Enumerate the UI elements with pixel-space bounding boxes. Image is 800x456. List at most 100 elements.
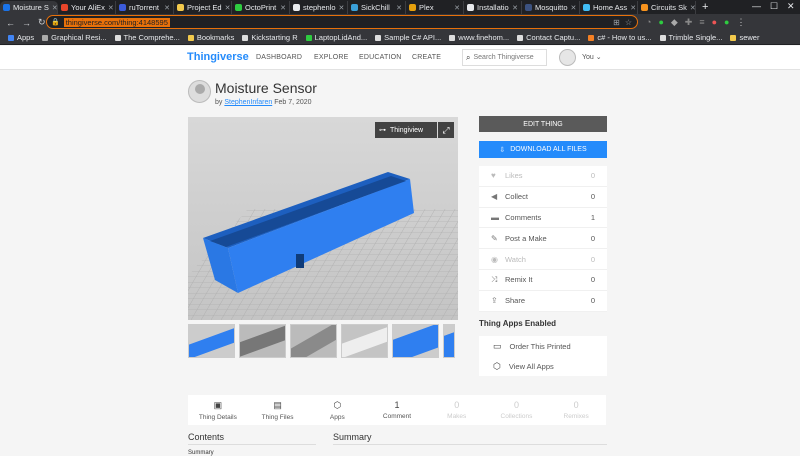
- bookmark-item[interactable]: Trimble Single...: [656, 33, 727, 42]
- tab-close-icon[interactable]: ✕: [164, 4, 170, 12]
- download-icon: ⇩: [499, 146, 506, 154]
- bookmark-item[interactable]: Kickstarting R: [238, 33, 301, 42]
- bookmark-item[interactable]: The Comprehe...: [111, 33, 184, 42]
- bookmark-item[interactable]: c# - How to us...: [584, 33, 655, 42]
- thumbnail[interactable]: [188, 324, 235, 358]
- bookmark-item[interactable]: Contact Captu...: [513, 33, 584, 42]
- bookmark-item[interactable]: LaptopLidAnd...: [302, 33, 372, 42]
- tab-close-icon[interactable]: ✕: [52, 4, 57, 12]
- browser-tab[interactable]: stephenlo ✕: [290, 1, 348, 14]
- thumbnail[interactable]: [290, 324, 337, 358]
- extension-green-icon[interactable]: ●: [658, 17, 663, 28]
- browser-tab[interactable]: OctoPrint ✕: [232, 1, 290, 14]
- tab-makes[interactable]: 0 Makes: [427, 395, 487, 425]
- thing-app-item[interactable]: ▭ Order This Printed: [479, 336, 607, 356]
- tab-close-icon[interactable]: ✕: [690, 4, 695, 12]
- stat-remix-it[interactable]: ⤨ Remix It 0: [479, 270, 607, 291]
- thingiverse-logo[interactable]: Thingiverse: [187, 51, 249, 63]
- reload-icon[interactable]: ↻: [38, 17, 46, 28]
- lock-icon[interactable]: 🔒: [51, 18, 60, 26]
- tab-remixes[interactable]: 0 Remixes: [546, 395, 606, 425]
- tab-label: Home Ass: [593, 3, 628, 12]
- stat-watch[interactable]: ◉ Watch 0: [479, 249, 607, 270]
- extension-dot-icon[interactable]: ●: [724, 17, 729, 28]
- tab-close-icon[interactable]: ✕: [339, 4, 345, 12]
- bookmark-item[interactable]: Graphical Resi...: [38, 33, 110, 42]
- thing-app-item[interactable]: ⬡ View All Apps: [479, 356, 607, 376]
- stat-comments[interactable]: ▬ Comments 1: [479, 208, 607, 229]
- stat-likes[interactable]: ♥ Likes 0: [479, 166, 607, 187]
- contents-item-summary[interactable]: Summary: [188, 450, 214, 456]
- tab-close-icon[interactable]: ✕: [571, 4, 577, 12]
- maximize-icon[interactable]: ☐: [770, 1, 778, 12]
- thing-viewer[interactable]: [188, 117, 458, 320]
- new-tab-icon[interactable]: +: [696, 1, 714, 14]
- tab-close-icon[interactable]: ✕: [396, 4, 402, 12]
- browser-tab[interactable]: Home Ass ✕: [580, 1, 638, 14]
- tab-thing-details[interactable]: ▣ Thing Details: [188, 395, 248, 425]
- tab-favicon: [467, 4, 474, 11]
- extension-puzzle-icon[interactable]: ✚: [685, 17, 693, 28]
- tab-label: Remixes: [563, 413, 589, 420]
- tab-comment[interactable]: 1 Comment: [367, 395, 427, 425]
- tab-apps[interactable]: ⬡ Apps: [307, 395, 367, 425]
- minimize-icon[interactable]: —: [752, 1, 761, 11]
- browser-tab[interactable]: Plex ✕: [406, 1, 464, 14]
- close-window-icon[interactable]: ✕: [787, 1, 795, 12]
- bookmark-item[interactable]: Sample C# API...: [371, 33, 445, 42]
- bookmark-item[interactable]: www.finehom...: [445, 33, 513, 42]
- tab-close-icon[interactable]: ✕: [280, 4, 286, 12]
- url-text[interactable]: thingiverse.com/thing:4148595: [63, 17, 170, 27]
- search-input[interactable]: ⌕ Search Thingiverse: [462, 49, 547, 66]
- bookmark-item[interactable]: Bookmarks: [184, 33, 239, 42]
- tab-close-icon[interactable]: ✕: [630, 4, 636, 12]
- user-menu[interactable]: You ⌄: [582, 53, 602, 61]
- bookmark-item[interactable]: sewer: [726, 33, 763, 42]
- extension-icon[interactable]: ◔: [646, 17, 651, 28]
- tab-close-icon[interactable]: ✕: [108, 4, 114, 12]
- tab-collections[interactable]: 0 Collections: [487, 395, 547, 425]
- browser-tab[interactable]: ruTorrent ✕: [116, 1, 174, 14]
- tab-close-icon[interactable]: ✕: [225, 4, 231, 12]
- extension-list-icon[interactable]: ≡: [699, 17, 704, 28]
- bookmark-star-icon[interactable]: ☆: [625, 18, 632, 27]
- bookmark-item[interactable]: Apps: [4, 33, 38, 42]
- tab-thing-files[interactable]: ▤ Thing Files: [248, 395, 308, 425]
- author-avatar[interactable]: [188, 80, 211, 103]
- forward-icon[interactable]: →: [22, 18, 31, 28]
- browser-tab[interactable]: Installatio ✕: [464, 1, 522, 14]
- browser-tab[interactable]: Your AliEx ✕: [58, 1, 116, 14]
- bookmark-icon: [242, 34, 249, 41]
- extension-shield-icon[interactable]: ◆: [671, 17, 678, 28]
- author-link[interactable]: StephenInfaren: [224, 99, 272, 106]
- browser-tab[interactable]: Project Ed ✕: [174, 1, 232, 14]
- nav-dashboard[interactable]: DASHBOARD: [256, 54, 302, 61]
- browser-tab[interactable]: Mosquitto ✕: [522, 1, 580, 14]
- nav-create[interactable]: CREATE: [412, 54, 441, 61]
- browser-tab[interactable]: Circuits Sk ✕: [638, 1, 696, 14]
- stat-collect[interactable]: ◀ Collect 0: [479, 187, 607, 208]
- browser-tab[interactable]: Moisture S ✕: [0, 1, 58, 14]
- thumbnail[interactable]: [239, 324, 286, 358]
- edit-thing-button[interactable]: EDIT THING: [479, 116, 607, 132]
- tab-close-icon[interactable]: ✕: [512, 4, 518, 12]
- stat-post-a-make[interactable]: ✎ Post a Make 0: [479, 228, 607, 250]
- thumbnail[interactable]: [341, 324, 388, 358]
- address-bar[interactable]: 🔒 thingiverse.com/thing:4148595 ⊞ ☆: [46, 15, 638, 29]
- nav-education[interactable]: EDUCATION: [359, 54, 402, 61]
- thumbnail[interactable]: [443, 324, 455, 358]
- extension-red-icon[interactable]: ●: [712, 17, 717, 28]
- nav-explore[interactable]: EXPLORE: [314, 54, 348, 61]
- menu-kebab-icon[interactable]: ⋮: [736, 17, 745, 28]
- browser-tab[interactable]: SickChill ✕: [348, 1, 406, 14]
- install-app-icon[interactable]: ⊞: [613, 18, 620, 27]
- back-icon[interactable]: ←: [6, 18, 15, 28]
- thingiview-button[interactable]: ⊶ Thingiview: [375, 122, 437, 138]
- thumbnail[interactable]: [392, 324, 439, 358]
- user-avatar[interactable]: [559, 49, 576, 66]
- download-all-button[interactable]: ⇩ DOWNLOAD ALL FILES: [479, 141, 607, 158]
- tab-close-icon[interactable]: ✕: [454, 4, 460, 12]
- stat-share[interactable]: ⇪ Share 0: [479, 291, 607, 312]
- fullscreen-icon[interactable]: ⤢: [438, 122, 454, 138]
- tab-label: OctoPrint: [245, 3, 277, 12]
